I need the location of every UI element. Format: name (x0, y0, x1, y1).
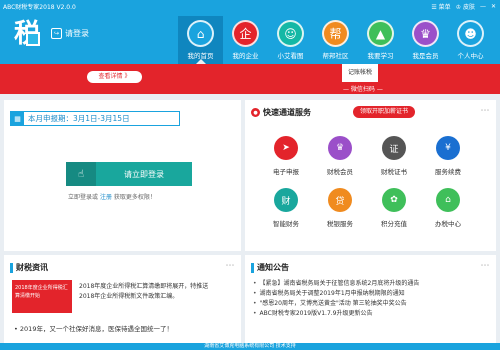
service-label: 财税证书 (381, 168, 407, 176)
service-label: 服务续费 (435, 168, 461, 176)
news-summary[interactable]: 2018年度企业所得税汇算清缴即将展开，特推送 2018年企业所得税新文件政策汇… (79, 282, 235, 302)
paper-plane-icon: ➤ (274, 136, 298, 160)
renew-icon: ¥ (436, 136, 460, 160)
nav-label: 我是会员 (412, 52, 439, 60)
get-certificate-button[interactable]: 领取开职加薪证书 (353, 106, 415, 118)
news-item[interactable]: • 2019年，又一个社保好消息，医保待遇全国统一了！ (14, 323, 173, 333)
header-login-link[interactable]: ↪ 请登录 (51, 28, 89, 39)
app-header: ABC财税专家2018 V2.0.0 ☰ 菜单 ♔ 皮肤 — ✕ 税 ↪ 请登录… (0, 0, 500, 64)
service-label: 财税会员 (327, 168, 353, 176)
more-icon[interactable]: ⋯ (479, 105, 491, 117)
notices-panel: 通知公告 ⋯ 【紧急】湖南省税务局关于征管信息系统2月底将升级的通告湖南省税务局… (245, 255, 496, 345)
nav-item-4[interactable]: ▲ 我要学习 (358, 16, 403, 64)
nav-item-1[interactable]: 企我的企业 (223, 16, 268, 64)
service-label: 税银服务 (327, 220, 353, 228)
service-item[interactable]: 财智能财务 (259, 186, 313, 238)
nav-label: 小艾看图 (277, 52, 304, 60)
service-item[interactable]: ✿ 积分充值 (367, 186, 421, 238)
service-item[interactable]: ♛ 财税会员 (313, 134, 367, 186)
section-marker (251, 262, 254, 273)
promo-banner[interactable]: 查看详情 》 记账帐税 — 微信扫码 — (0, 64, 500, 94)
close-button[interactable]: ✕ (491, 3, 496, 10)
service-label: 积分充值 (381, 220, 407, 228)
hand-pointer-icon: ☝ (66, 162, 96, 186)
community-icon: 帮 (322, 20, 349, 47)
nav-label: 我的首页 (187, 52, 214, 60)
news-panel: 财税资讯 ⋯ 2018年度企业所得税汇算清缴开始 2018年度企业所得税汇算清缴… (4, 255, 241, 345)
nav-label: 个人中心 (457, 52, 484, 60)
titlebar-controls: ☰ 菜单 ♔ 皮肤 — ✕ (431, 2, 496, 11)
login-icon: ↪ (51, 28, 62, 39)
section-marker (10, 262, 13, 273)
calendar-icon: ▦ (11, 112, 24, 125)
service-label: 电子申报 (273, 168, 299, 176)
app-logo: 税 (14, 17, 46, 51)
register-link[interactable]: 注册 (100, 194, 112, 201)
notice-list: 【紧急】湖南省税务局关于征管信息系统2月底将升级的通告湖南省税务局关于调整201… (253, 279, 420, 319)
crown-icon: ♛ (412, 20, 439, 47)
certificate-icon: 证 (382, 136, 406, 160)
news-more-icon[interactable]: ⋯ (224, 260, 236, 272)
quick-services-panel: ● 快速通道服务 领取开职加薪证书 ⋯ ➤ 电子申报 ♛ 财税会员 证财税证书 ¥ 服务续费… (245, 100, 496, 251)
notices-header: 通知公告 (251, 262, 289, 273)
notice-item[interactable]: 湖南省税务局关于调整2019年1月申报纳税期限的通知 (253, 289, 419, 299)
title-bar: ABC财税专家2018 V2.0.0 ☰ 菜单 ♔ 皮肤 — ✕ (0, 0, 500, 13)
minimize-button[interactable]: — (480, 3, 486, 10)
login-now-button[interactable]: ☝ 请立即登录 (66, 162, 192, 186)
nav-item-0[interactable]: ⌂ 我的首页 (178, 16, 223, 64)
qr-code-image: 记账帐税 (342, 64, 378, 82)
main-nav: ⌂ 我的首页 企我的企业 ☺ 小艾看图 帮帮邦社区 ▲ 我要学习 ♛ 我是会员 ☻ 个人中心 (178, 16, 493, 64)
nav-label: 我要学习 (367, 52, 394, 60)
finance-icon: 财 (274, 188, 298, 212)
service-item[interactable]: ⌂ 办税中心 (421, 186, 475, 238)
notice-item[interactable]: "感恩20周年，艾博亮送黄金"活动 第三轮抽奖中奖公告 (253, 299, 419, 309)
nav-label: 我的企业 (232, 52, 259, 60)
login-panel: ▦ 本月申报期：3月1日-3月15日 ☝ 请立即登录 立即登录或 注册 获取更多… (4, 100, 241, 251)
service-item[interactable]: 贷税银服务 (313, 186, 367, 238)
notice-item[interactable]: ABC财税专家2019版V1.7.9升级更新公告 (253, 309, 419, 319)
notice-item[interactable]: 【紧急】湖南省税务局关于征管信息系统2月底将升级的通告 (253, 279, 420, 289)
menu-button[interactable]: ☰ 菜单 (431, 2, 450, 11)
qr-code-caption: — 微信扫码 — (343, 86, 383, 93)
nav-label: 帮邦社区 (322, 52, 349, 60)
user-icon: ☺ (277, 20, 304, 47)
services-icon: ● (251, 108, 260, 117)
company-icon: 企 (232, 20, 259, 47)
nav-item-6[interactable]: ☻ 个人中心 (448, 16, 493, 64)
nav-item-5[interactable]: ♛ 我是会员 (403, 16, 448, 64)
service-item[interactable]: ¥ 服务续费 (421, 134, 475, 186)
member-icon: ♛ (328, 136, 352, 160)
nav-item-3[interactable]: 帮帮邦社区 (313, 16, 358, 64)
skin-button[interactable]: ♔ 皮肤 (456, 2, 475, 11)
nav-item-2[interactable]: ☺ 小艾看图 (268, 16, 313, 64)
services-grid: ➤ 电子申报 ♛ 财税会员证财税证书 ¥ 服务续费财智能财务贷税银服务 ✿ 积分充值 ⌂ 办税中心 (259, 134, 475, 238)
person-icon: ☻ (457, 20, 484, 47)
tax-center-icon: ⌂ (436, 188, 460, 212)
banner-details-button[interactable]: 查看详情 》 (87, 71, 142, 83)
services-header: ● 快速通道服务 (251, 107, 311, 118)
service-label: 办税中心 (435, 220, 461, 228)
status-footer: 湖南省艾博克电脑系统有限公司 技术支持 (0, 343, 500, 350)
home-icon: ⌂ (187, 20, 214, 47)
study-icon: ▲ (367, 20, 394, 47)
notices-more-icon[interactable]: ⋯ (479, 260, 491, 272)
logo-square-icon (26, 32, 40, 46)
service-label: 智能财务 (273, 220, 299, 228)
declaration-period: ▦ 本月申报期：3月1日-3月15日 (10, 111, 180, 126)
app-title: ABC财税专家2018 V2.0.0 (3, 4, 76, 11)
login-hint: 立即登录或 注册 获取更多权限！ (68, 194, 156, 201)
news-thumbnail[interactable]: 2018年度企业所得税汇算清缴开始 (12, 280, 72, 313)
points-icon: ✿ (382, 188, 406, 212)
news-header: 财税资讯 (10, 262, 48, 273)
service-item[interactable]: 证财税证书 (367, 134, 421, 186)
loan-icon: 贷 (328, 188, 352, 212)
service-item[interactable]: ➤ 电子申报 (259, 134, 313, 186)
